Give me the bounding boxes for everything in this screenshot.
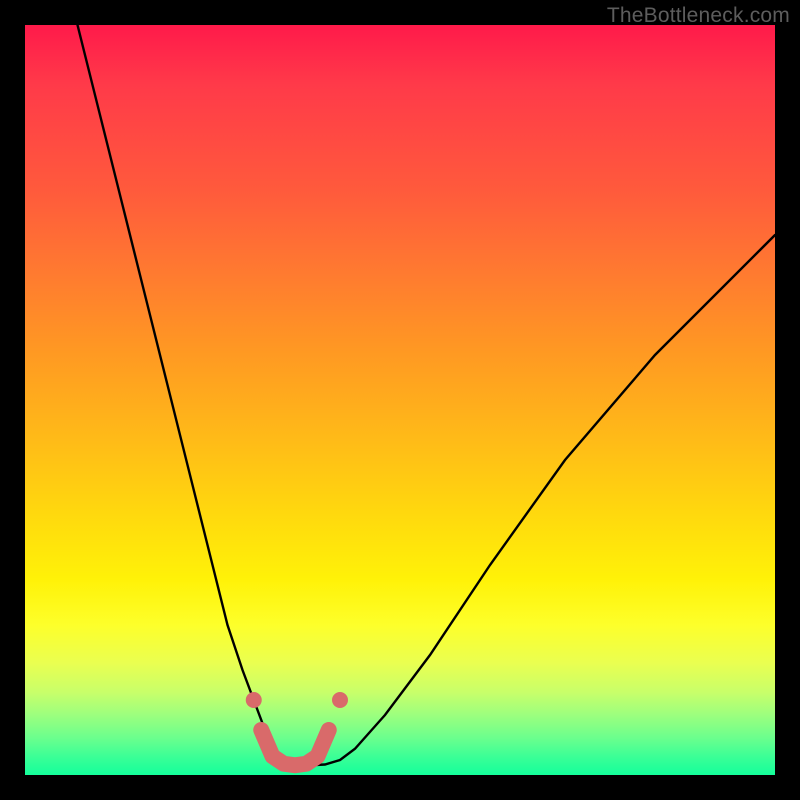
chart-svg — [25, 25, 775, 775]
plot-area — [25, 25, 775, 775]
marker-left-dot — [246, 692, 262, 708]
chart-frame: TheBottleneck.com — [0, 0, 800, 800]
bottleneck-curve — [78, 25, 776, 765]
valley-floor-highlight — [261, 730, 329, 765]
marker-right-dot — [332, 692, 348, 708]
